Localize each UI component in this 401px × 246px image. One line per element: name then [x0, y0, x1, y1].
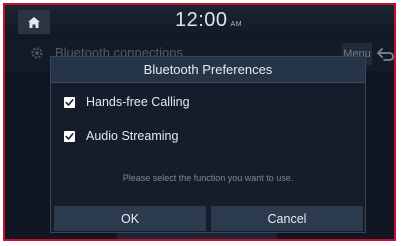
display-frame: 12:00 AM Bluetooth connections Menu Bluet…	[3, 3, 396, 241]
home-icon	[28, 16, 40, 28]
gear-icon	[31, 47, 43, 59]
option-audio-streaming[interactable]: Audio Streaming	[64, 127, 178, 145]
clock: 12:00 AM	[175, 9, 242, 32]
checkmark-icon	[65, 132, 74, 140]
ok-button[interactable]: OK	[54, 206, 206, 231]
dialog-title: Bluetooth Preferences	[51, 57, 365, 83]
checkmark-icon	[65, 98, 74, 106]
checkbox-audio-streaming[interactable]	[64, 130, 75, 142]
clock-ampm: AM	[230, 21, 243, 28]
dialog-hint: Please select the function you want to u…	[122, 173, 294, 183]
option-hands-free-calling[interactable]: Hands-free Calling	[64, 93, 190, 111]
home-button[interactable]	[18, 10, 50, 34]
checkbox-hands-free-calling[interactable]	[64, 96, 75, 108]
clock-time: 12:00	[175, 9, 228, 31]
option-label: Audio Streaming	[86, 129, 179, 143]
bluetooth-preferences-dialog: Bluetooth Preferences Hands-free Calling…	[50, 56, 366, 233]
status-bar: 12:00 AM	[5, 5, 394, 39]
option-label: Hands-free Calling	[86, 95, 190, 109]
back-icon	[377, 48, 394, 61]
cancel-button[interactable]: Cancel	[211, 206, 363, 231]
